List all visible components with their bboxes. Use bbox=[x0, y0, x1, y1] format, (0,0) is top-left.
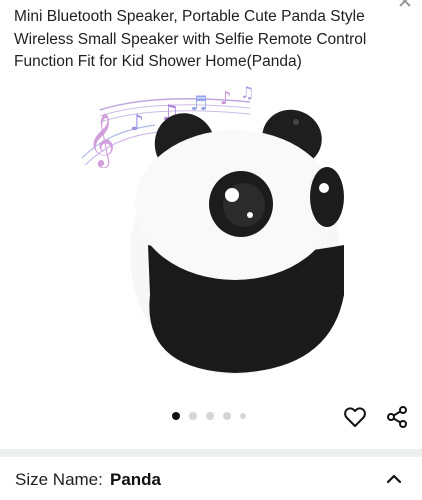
product-title: Mini Bluetooth Speaker, Portable Cute Pa… bbox=[14, 8, 367, 70]
size-name-label: Size Name: bbox=[15, 470, 103, 489]
carousel-dot[interactable] bbox=[206, 412, 214, 420]
carousel-dot[interactable] bbox=[189, 412, 197, 420]
panda-speaker bbox=[130, 109, 344, 375]
share-icon[interactable] bbox=[385, 405, 409, 429]
heart-icon[interactable] bbox=[343, 405, 367, 429]
carousel-dot[interactable] bbox=[240, 413, 246, 419]
svg-text:♪: ♪ bbox=[220, 88, 232, 109]
carousel-dot[interactable] bbox=[172, 412, 180, 420]
carousel-indicator[interactable] bbox=[172, 412, 246, 420]
svg-text:♫: ♫ bbox=[240, 83, 254, 102]
size-selector-row[interactable]: Size Name: Panda bbox=[0, 457, 422, 500]
section-divider bbox=[0, 449, 422, 457]
close-icon[interactable] bbox=[398, 0, 412, 8]
product-image[interactable]: 𝄞 ♪ ♫ ♬ ♪ ♫ bbox=[60, 80, 360, 380]
svg-text:𝄞: 𝄞 bbox=[88, 112, 115, 168]
size-name-value: Panda bbox=[110, 470, 162, 489]
carousel-dot[interactable] bbox=[223, 412, 231, 420]
svg-text:♪: ♪ bbox=[130, 111, 144, 136]
svg-text:♬: ♬ bbox=[190, 91, 208, 115]
chevron-up-icon[interactable] bbox=[384, 469, 404, 489]
